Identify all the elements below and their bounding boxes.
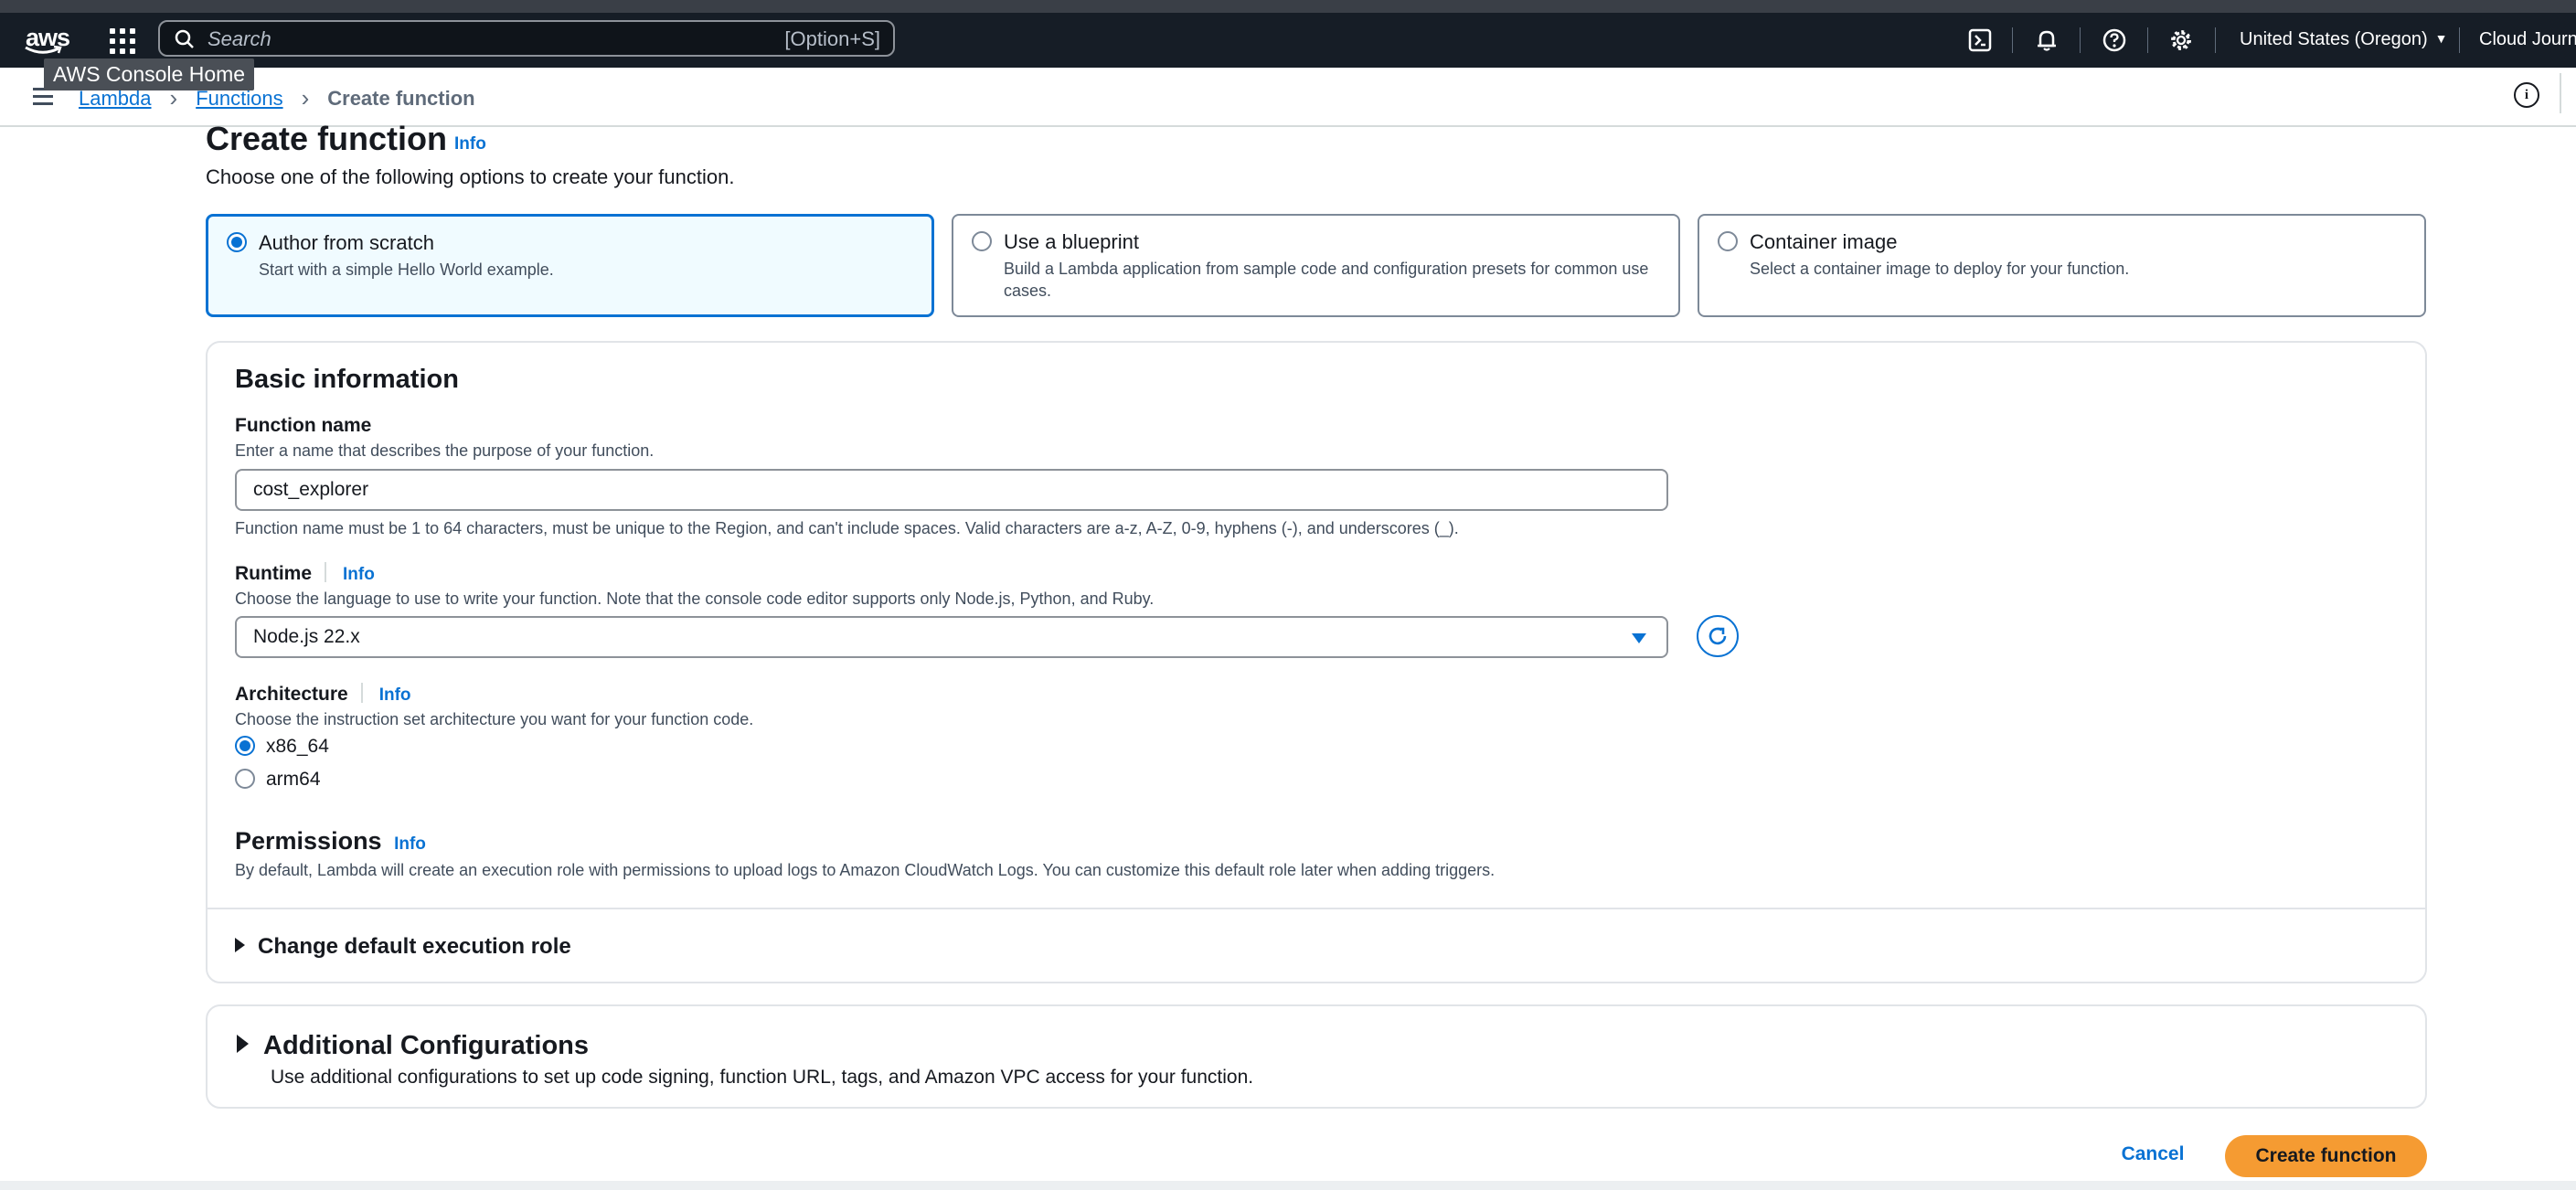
section-divider [208, 908, 2425, 909]
architecture-label: Architecture [235, 684, 348, 705]
runtime-info-link[interactable]: Info [343, 565, 375, 584]
permissions-label-row: Permissions Info [235, 827, 426, 855]
option-use-a-blueprint[interactable]: Use a blueprint Build a Lambda applicati… [952, 214, 1680, 317]
function-name-description: Enter a name that describes the purpose … [235, 441, 655, 460]
architecture-info-link[interactable]: Info [379, 685, 411, 705]
caret-right-icon [235, 938, 245, 952]
additional-configurations-panel[interactable]: Additional Configurations Use additional… [206, 1004, 2427, 1109]
info-panel-icon[interactable]: i [2514, 82, 2539, 108]
architecture-option-label: x86_64 [266, 736, 329, 757]
additional-configurations-header[interactable]: Additional Configurations [237, 1031, 589, 1061]
account-menu[interactable]: Cloud Journe [2479, 29, 2576, 50]
aws-logo[interactable]: aws [24, 24, 70, 57]
function-name-label: Function name [235, 415, 372, 436]
search-input[interactable] [206, 26, 721, 53]
option-description: Start with a simple Hello World example. [259, 260, 554, 279]
console-home-tooltip: AWS Console Home [44, 58, 255, 90]
option-description: Select a container image to deploy for y… [1750, 260, 2130, 278]
header-divider [2012, 27, 2013, 53]
option-description: Build a Lambda application from sample c… [1004, 260, 1649, 300]
refresh-icon [1708, 627, 1727, 645]
aws-top-navigation: aws [Option+S] [0, 13, 2576, 68]
runtime-selected-value: Node.js 22.x [253, 626, 360, 647]
option-title: Container image [1750, 230, 1898, 253]
label-divider [360, 683, 363, 703]
cloudshell-icon[interactable] [1965, 26, 1995, 55]
architecture-label-row: Architecture Info [235, 683, 411, 706]
global-search[interactable]: [Option+S] [158, 20, 895, 57]
function-name-constraint: Function name must be 1 to 64 characters… [235, 519, 1459, 537]
bell-icon[interactable] [2032, 26, 2061, 55]
radio-arm64[interactable] [235, 769, 255, 789]
option-author-from-scratch[interactable]: Author from scratch Start with a simple … [206, 214, 934, 317]
basic-information-title: Basic information [235, 365, 459, 394]
option-title: Use a blueprint [1004, 230, 1139, 253]
radio-x86-64[interactable] [235, 736, 255, 756]
page-description: Choose one of the following options to c… [206, 165, 735, 188]
architecture-option-label: arm64 [266, 769, 321, 790]
runtime-select[interactable]: Node.js 22.x [235, 616, 1668, 658]
function-name-field[interactable] [235, 469, 1668, 511]
search-shortcut-hint: [Option+S] [784, 27, 880, 50]
function-name-input[interactable] [253, 479, 1533, 501]
permissions-description: By default, Lambda will create an execut… [235, 861, 1496, 879]
browser-top-strip [0, 0, 2576, 13]
gear-icon[interactable] [2166, 26, 2196, 55]
header-divider [2459, 27, 2460, 53]
header-divider [2147, 27, 2148, 53]
help-icon[interactable] [2100, 26, 2129, 55]
change-default-execution-role-expander[interactable]: Change default execution role [235, 934, 571, 960]
caret-right-icon [237, 1035, 249, 1053]
title-info-link[interactable]: Info [454, 134, 486, 154]
radio-container-image[interactable] [1718, 231, 1738, 251]
breadcrumb-divider [2560, 73, 2561, 113]
additional-configurations-description: Use additional configurations to set up … [271, 1067, 1254, 1088]
architecture-description: Choose the instruction set architecture … [235, 710, 754, 728]
label-divider [325, 562, 326, 582]
bottom-strip [0, 1181, 2576, 1190]
caret-down-icon [1632, 633, 1646, 643]
option-title: Author from scratch [259, 231, 434, 254]
search-icon [175, 29, 194, 48]
chevron-right-icon: › [301, 84, 310, 112]
breadcrumb-bar: Lambda › Functions › Create function i [0, 68, 2576, 127]
services-grid-icon[interactable] [110, 28, 135, 54]
permissions-info-link[interactable]: Info [394, 834, 426, 854]
refresh-runtime-button[interactable] [1697, 615, 1739, 657]
region-label: United States (Oregon) [2240, 29, 2428, 49]
page-title: Create function [206, 120, 448, 157]
header-divider [2080, 27, 2081, 53]
aws-smile-icon [25, 46, 62, 54]
region-selector[interactable]: United States (Oregon) ▼ [2240, 29, 2448, 50]
architecture-option-arm64[interactable]: arm64 [235, 769, 321, 791]
radio-author-from-scratch[interactable] [227, 232, 247, 252]
radio-use-a-blueprint[interactable] [972, 231, 992, 251]
basic-information-panel: Basic information Function name Enter a … [206, 341, 2427, 983]
menu-icon[interactable] [33, 88, 53, 110]
additional-configurations-title: Additional Configurations [263, 1031, 590, 1060]
runtime-label: Runtime [235, 563, 312, 584]
cancel-button[interactable]: Cancel [2112, 1133, 2194, 1175]
header-divider [2215, 27, 2216, 53]
runtime-label-row: Runtime Info [235, 562, 375, 585]
option-container-image[interactable]: Container image Select a container image… [1698, 214, 2426, 317]
create-function-button[interactable]: Create function [2225, 1135, 2427, 1177]
architecture-option-x86-64[interactable]: x86_64 [235, 736, 329, 758]
permissions-label: Permissions [235, 827, 382, 855]
runtime-description: Choose the language to use to write your… [235, 590, 1155, 608]
caret-down-icon: ▼ [2434, 31, 2448, 46]
expander-label: Change default execution role [258, 934, 571, 959]
breadcrumb-current: Create function [327, 86, 475, 110]
